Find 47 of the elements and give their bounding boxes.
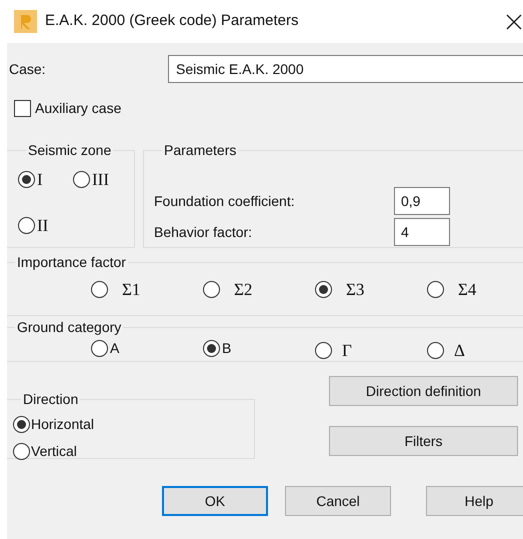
radio-button[interactable]: [315, 281, 332, 298]
radio-button[interactable]: [73, 171, 90, 188]
radio-button[interactable]: [427, 281, 444, 298]
dialog-button[interactable]: OK: [162, 486, 268, 516]
radio-button[interactable]: [91, 281, 108, 298]
radio-button[interactable]: [13, 416, 30, 433]
option-label: Vertical: [31, 442, 77, 461]
option-label: Σ4: [458, 279, 476, 301]
dialog-button[interactable]: Cancel: [285, 486, 391, 516]
field-label: Behavior factor:: [154, 222, 254, 242]
field-label: Foundation coefficient:: [154, 192, 296, 210]
option-label: Δ: [454, 340, 465, 362]
radio-button[interactable]: [315, 342, 332, 360]
option-label: Horizontal: [31, 415, 94, 434]
group-title: Parameters: [163, 141, 238, 160]
checkbox[interactable]: [14, 100, 31, 117]
radio-button[interactable]: [91, 340, 108, 357]
group-title: Direction: [22, 390, 80, 409]
option-label: Σ1: [122, 279, 140, 301]
radio-button[interactable]: [203, 340, 220, 357]
case-label: Case:: [9, 60, 47, 78]
option-label: I: [37, 169, 43, 191]
dialog-button[interactable]: Help: [426, 486, 523, 516]
group-title: Seismic zone: [27, 141, 112, 160]
option-label: Σ3: [346, 279, 364, 301]
number-field[interactable]: 0,9: [394, 187, 450, 215]
group-title: Importance factor: [16, 253, 127, 272]
group-title: Ground category: [16, 318, 122, 337]
radio-button[interactable]: [427, 342, 444, 360]
radio-button[interactable]: [13, 443, 30, 460]
case-field[interactable]: Seismic E.A.K. 2000: [168, 55, 523, 83]
option-label: Γ: [342, 340, 352, 362]
radio-button[interactable]: [18, 216, 35, 234]
option-label: B: [222, 339, 232, 358]
close-icon[interactable]: [506, 14, 522, 30]
window-title: E.A.K. 2000 (Greek code) Parameters: [45, 11, 298, 32]
option-label: III: [92, 169, 109, 191]
radio-button[interactable]: [203, 281, 220, 298]
option-label: Σ2: [234, 279, 252, 301]
checkbox-label: Auxiliary case: [35, 99, 122, 118]
option-label: A: [110, 339, 120, 358]
side-button[interactable]: Filters: [329, 426, 518, 456]
radio-button[interactable]: [18, 171, 35, 188]
option-label: II: [37, 214, 48, 236]
number-field[interactable]: 4: [394, 218, 450, 246]
app-logo-icon: [14, 10, 37, 33]
side-button[interactable]: Direction definition: [329, 376, 518, 406]
